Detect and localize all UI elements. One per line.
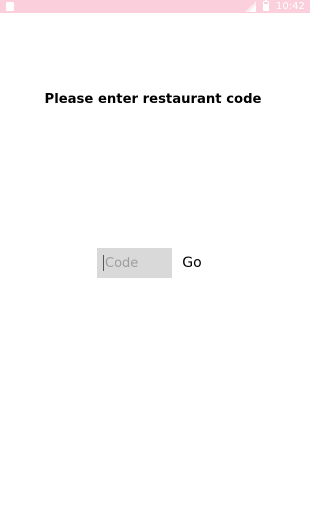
signal-icon <box>245 1 256 12</box>
battery-icon <box>263 0 269 11</box>
page-title: Please enter restaurant code <box>44 92 262 107</box>
status-bar: 10:42 <box>0 0 310 13</box>
code-input-container[interactable] <box>97 248 172 278</box>
notification-icon <box>6 2 14 11</box>
go-button[interactable]: Go <box>176 251 208 275</box>
screen: 10:42 Please enter restaurant code Go <box>0 0 310 512</box>
status-time: 10:42 <box>276 1 305 12</box>
code-input[interactable] <box>97 248 172 278</box>
